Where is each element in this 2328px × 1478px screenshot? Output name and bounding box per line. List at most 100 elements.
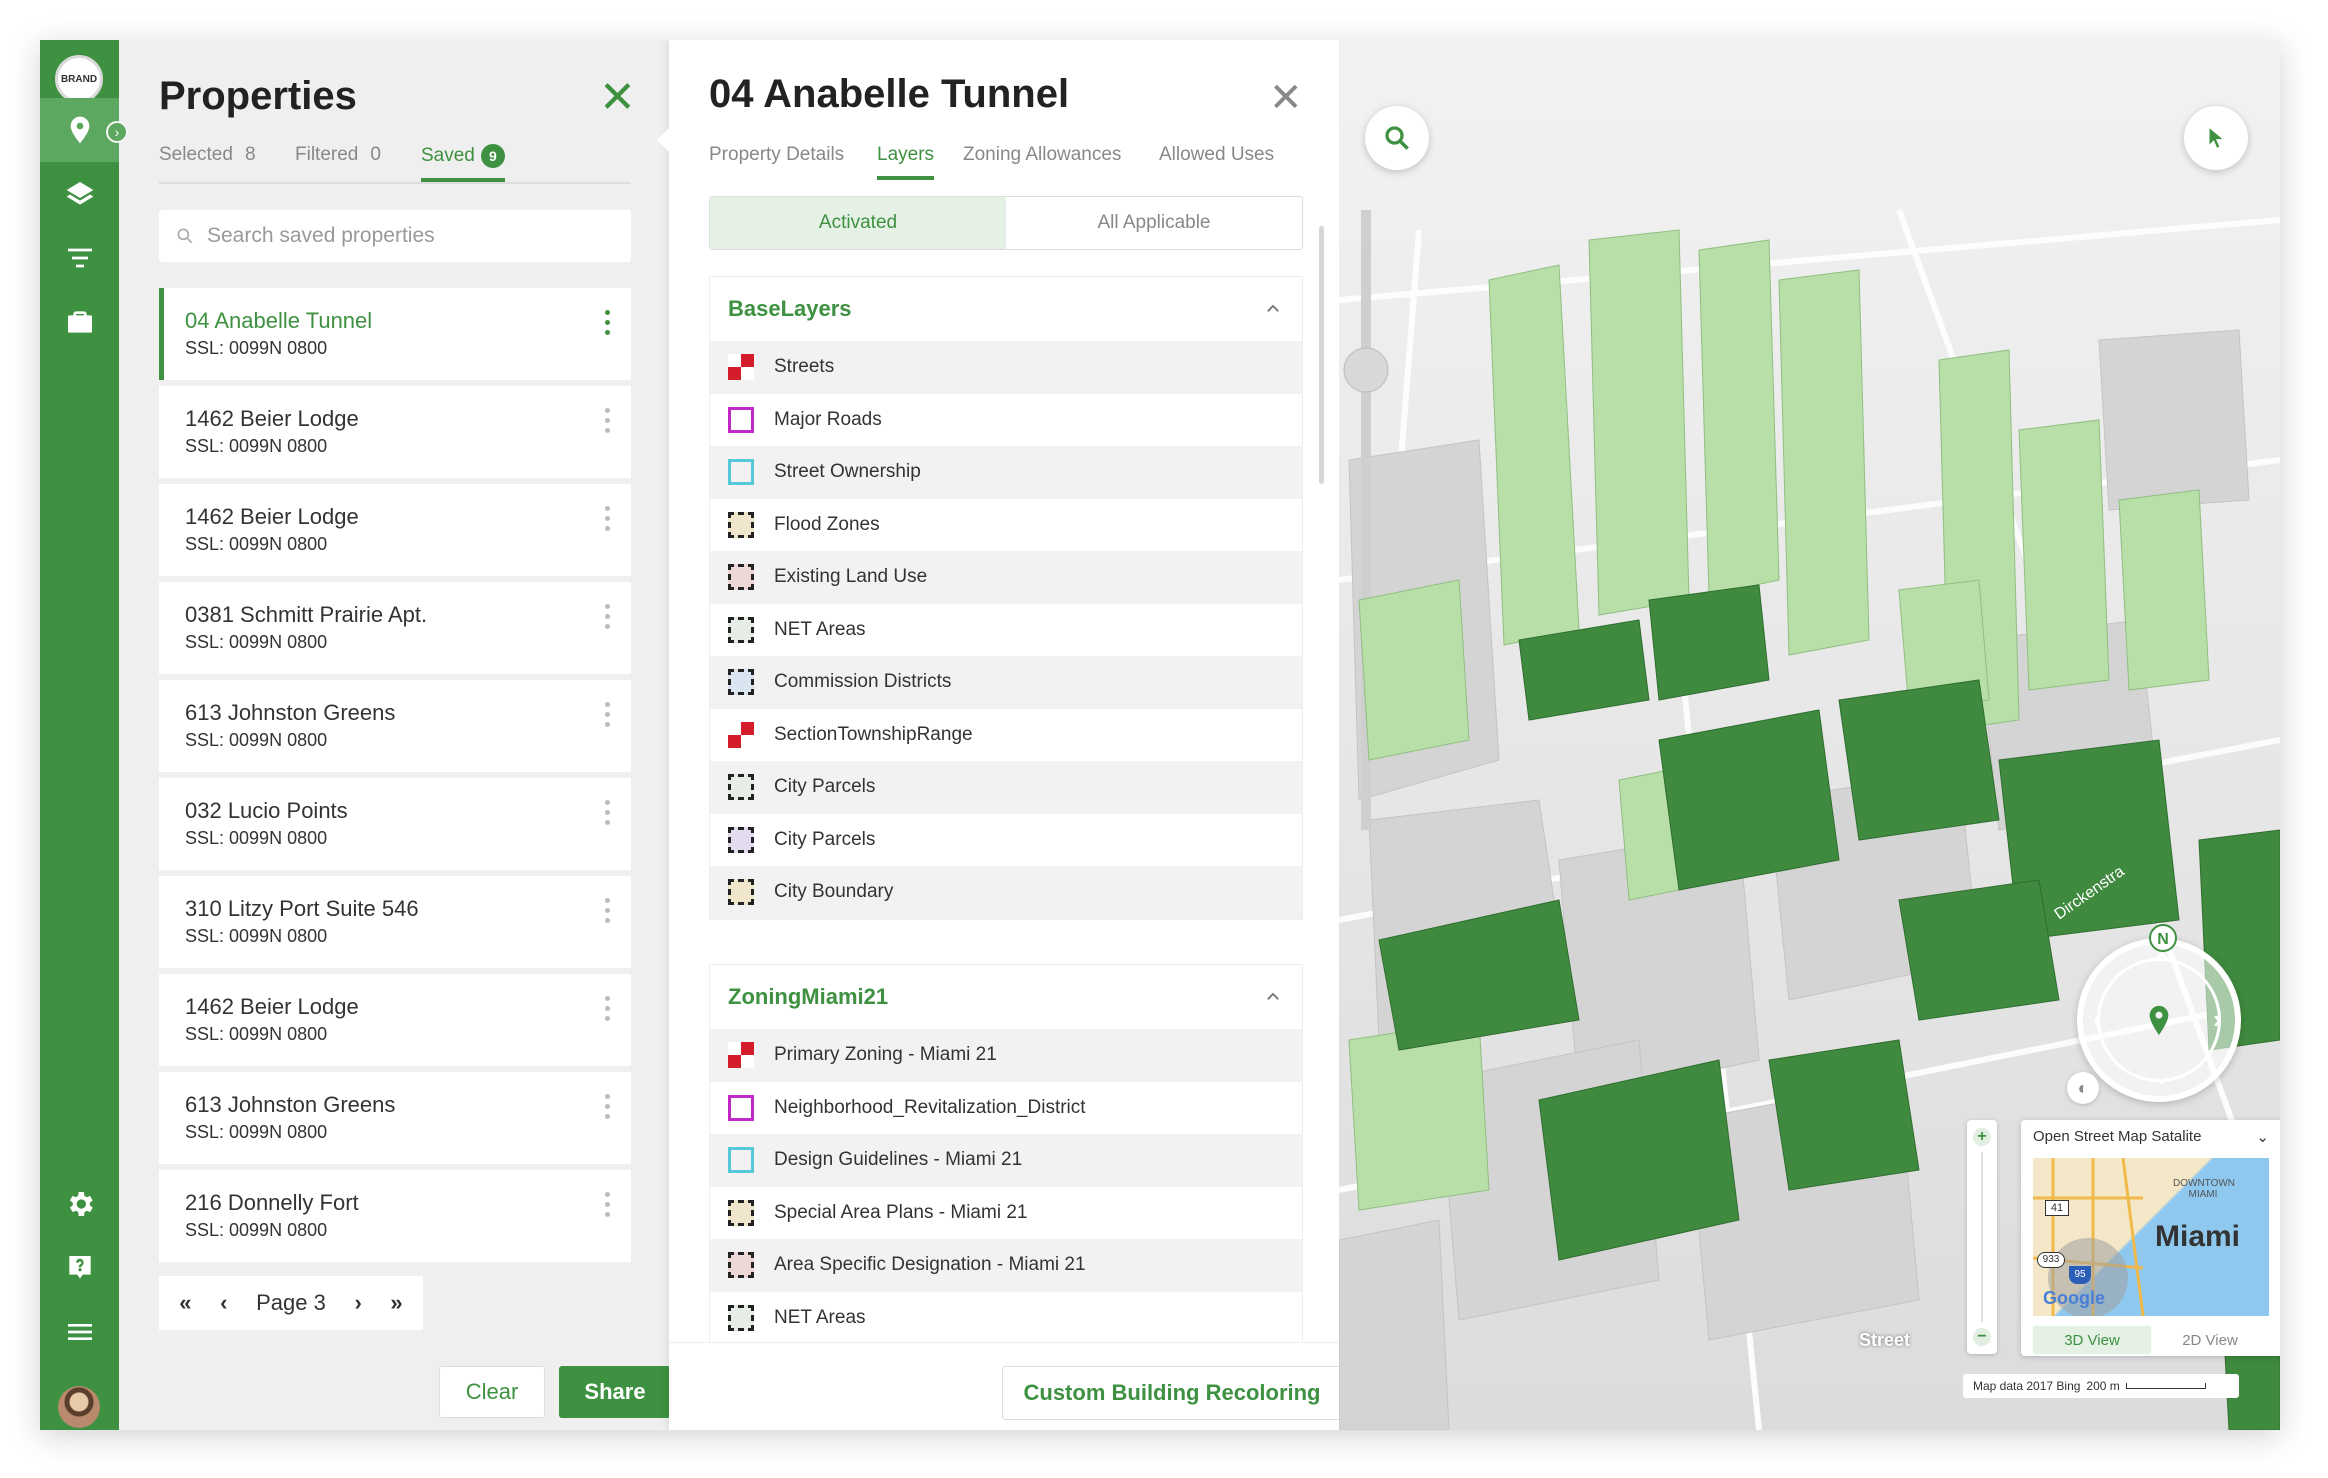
pan-down-icon[interactable]: ⌄: [2151, 1062, 2173, 1088]
layer-swatch-icon: [728, 406, 754, 433]
tab-label: Filtered: [295, 144, 359, 165]
property-list-item[interactable]: 310 Litzy Port Suite 546 SSL: 0099N 0800: [159, 876, 631, 968]
more-options-icon[interactable]: [605, 408, 611, 438]
first-page-button[interactable]: «: [179, 1290, 191, 1316]
property-list-item[interactable]: 1462 Beier Lodge SSL: 0099N 0800: [159, 974, 631, 1066]
basemap-select[interactable]: Open Street Map Satalite ⌄: [2033, 1128, 2269, 1146]
saved-count-badge: 9: [480, 144, 505, 168]
brand-logo[interactable]: BRAND: [55, 55, 103, 103]
property-list-item[interactable]: 04 Anabelle Tunnel SSL: 0099N 0800: [159, 288, 631, 380]
section-header[interactable]: BaseLayers: [710, 277, 1302, 341]
layer-row[interactable]: Major Roads: [710, 394, 1302, 447]
layer-row[interactable]: Flood Zones: [710, 499, 1302, 552]
view-3d-toggle[interactable]: 3D View: [2033, 1326, 2151, 1354]
layer-row[interactable]: City Parcels: [710, 814, 1302, 867]
close-detail-button[interactable]: ✕: [1269, 76, 1303, 120]
search-saved-input[interactable]: Search saved properties: [159, 210, 631, 262]
property-list-item[interactable]: 216 Donnelly Fort SSL: 0099N 0800: [159, 1170, 631, 1262]
share-button[interactable]: Share: [559, 1366, 671, 1418]
pan-up-icon[interactable]: ⌃: [2151, 950, 2173, 976]
layer-row[interactable]: NET Areas: [710, 1292, 1302, 1345]
custom-building-recoloring-button[interactable]: Custom Building Recoloring: [1002, 1366, 1342, 1420]
more-options-icon[interactable]: [605, 898, 611, 928]
pan-left-icon[interactable]: ‹: [2093, 1006, 2102, 1032]
tab-filtered[interactable]: Filtered 0: [295, 144, 381, 176]
route-shield-933: 933: [2037, 1252, 2065, 1268]
property-list-item[interactable]: 0381 Schmitt Prairie Apt. SSL: 0099N 0800: [159, 582, 631, 674]
contrast-toggle-icon[interactable]: ◐: [2067, 1072, 2099, 1104]
zoom-slider[interactable]: + −: [1967, 1120, 1997, 1354]
more-options-icon[interactable]: [605, 996, 611, 1026]
segment-activated[interactable]: Activated: [710, 197, 1006, 249]
layer-row[interactable]: Streets: [710, 341, 1302, 394]
zoom-track[interactable]: [1981, 1152, 1983, 1322]
close-properties-button[interactable]: ✕: [599, 76, 636, 120]
briefcase-nav-button[interactable]: [40, 290, 119, 354]
pan-right-icon[interactable]: ›: [2213, 1006, 2222, 1032]
more-options-icon[interactable]: [605, 1094, 611, 1124]
layer-label: Streets: [774, 356, 835, 378]
property-list-item[interactable]: 613 Johnston Greens SSL: 0099N 0800: [159, 1072, 631, 1164]
tab-allowed-uses[interactable]: Allowed Uses: [1159, 144, 1274, 176]
layer-row[interactable]: Design Guidelines - Miami 21: [710, 1134, 1302, 1187]
more-options-icon[interactable]: [605, 702, 611, 732]
clear-button[interactable]: Clear: [439, 1366, 545, 1418]
panel-pointer: [657, 128, 669, 152]
section-header[interactable]: ZoningMiami21: [710, 965, 1302, 1029]
layer-swatch-icon: [728, 616, 754, 643]
map-view[interactable]: Dirckenstra N ⌃ ⌄ ‹ › ◐ + − Street Open …: [1339, 40, 2280, 1430]
tab-property-details[interactable]: Property Details: [709, 144, 844, 176]
settings-nav-button[interactable]: [40, 1172, 119, 1236]
tab-zoning-allowances[interactable]: Zoning Allowances: [963, 144, 1121, 176]
more-options-icon[interactable]: [605, 604, 611, 634]
pagination: « ‹ Page 3 › »: [159, 1276, 423, 1330]
map-compass-control[interactable]: N ⌃ ⌄ ‹ ›: [2077, 924, 2241, 1102]
segment-all-applicable[interactable]: All Applicable: [1006, 197, 1302, 249]
layer-row[interactable]: City Parcels: [710, 761, 1302, 814]
layer-row[interactable]: Area Specific Designation - Miami 21: [710, 1239, 1302, 1292]
help-nav-button[interactable]: [40, 1236, 119, 1300]
property-list-item[interactable]: 1462 Beier Lodge SSL: 0099N 0800: [159, 386, 631, 478]
layer-swatch-icon: [728, 879, 754, 906]
more-options-icon[interactable]: [605, 310, 611, 340]
next-page-button[interactable]: ›: [354, 1290, 361, 1316]
property-list-item[interactable]: 613 Johnston Greens SSL: 0099N 0800: [159, 680, 631, 772]
view-2d-toggle[interactable]: 2D View: [2151, 1326, 2269, 1354]
chevron-up-icon: [1267, 304, 1279, 312]
layer-row[interactable]: Existing Land Use: [710, 551, 1302, 604]
tab-saved[interactable]: Saved 9: [421, 144, 505, 182]
map-select-tool-button[interactable]: [2184, 106, 2248, 170]
tab-layers[interactable]: Layers: [877, 144, 935, 180]
property-ssl: SSL: 0099N 0800: [185, 1024, 328, 1044]
layer-row[interactable]: Special Area Plans - Miami 21: [710, 1187, 1302, 1240]
layer-row[interactable]: Commission Districts: [710, 656, 1302, 709]
last-page-button[interactable]: »: [390, 1290, 402, 1316]
property-list-item[interactable]: 032 Lucio Points SSL: 0099N 0800: [159, 778, 631, 870]
more-options-icon[interactable]: [605, 800, 611, 830]
minimap-image[interactable]: DOWNTOWN MIAMI Miami 41 933 95 Google: [2033, 1158, 2269, 1316]
zoom-out-icon[interactable]: −: [1973, 1328, 1991, 1346]
street-view-label[interactable]: Street: [1859, 1330, 1910, 1351]
layer-row[interactable]: SectionTownshipRange: [710, 709, 1302, 762]
property-ssl: SSL: 0099N 0800: [185, 730, 328, 750]
menu-nav-button[interactable]: [40, 1300, 119, 1364]
layer-row[interactable]: Neighborhood_Revitalization_District: [710, 1082, 1302, 1135]
zoom-in-icon[interactable]: +: [1973, 1128, 1991, 1146]
layer-label: NET Areas: [774, 618, 866, 640]
more-options-icon[interactable]: [605, 1192, 611, 1222]
layer-row[interactable]: Primary Zoning - Miami 21: [710, 1029, 1302, 1082]
expand-rail-button[interactable]: ›: [106, 121, 128, 143]
tab-selected[interactable]: Selected 8: [159, 144, 256, 176]
filter-nav-button[interactable]: [40, 226, 119, 290]
more-options-icon[interactable]: [605, 506, 611, 536]
layers-scrollbar[interactable]: [1319, 226, 1324, 484]
map-search-button[interactable]: [1365, 106, 1429, 170]
prev-page-button[interactable]: ‹: [220, 1290, 227, 1316]
layer-row[interactable]: Street Ownership: [710, 446, 1302, 499]
layers-nav-button[interactable]: [40, 162, 119, 226]
layer-row[interactable]: NET Areas: [710, 604, 1302, 657]
property-list-item[interactable]: 1462 Beier Lodge SSL: 0099N 0800: [159, 484, 631, 576]
property-name: 613 Johnston Greens: [185, 1092, 396, 1117]
layer-row[interactable]: City Boundary: [710, 866, 1302, 919]
user-avatar[interactable]: [58, 1386, 100, 1428]
